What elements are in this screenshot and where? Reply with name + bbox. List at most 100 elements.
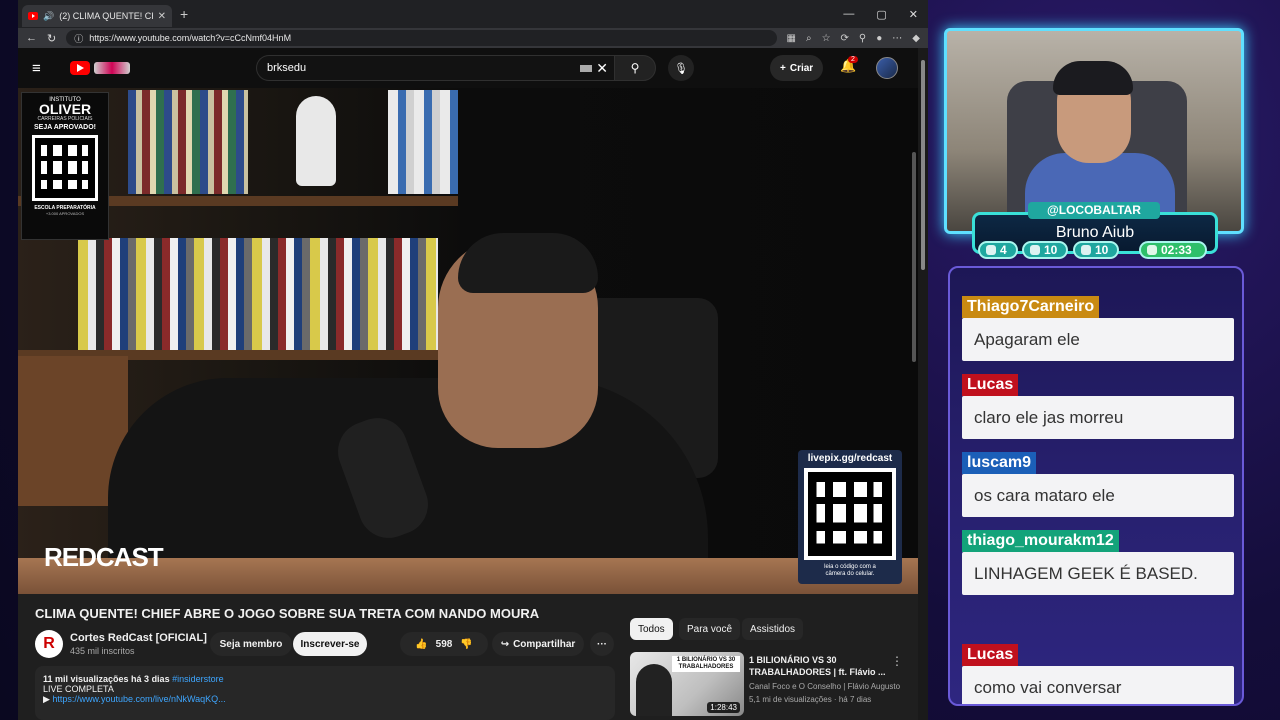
promo-overlay: INSTITUTO OLIVER CARREIRAS POLICIAIS SEJ… (21, 92, 109, 240)
tab-title: (2) CLIMA QUENTE! CHIEF A (59, 11, 152, 21)
channel-avatar[interactable]: R (35, 630, 63, 658)
promo-aprovado: SEJA APROVADO! (34, 124, 96, 131)
create-button[interactable]: + Criar (770, 55, 824, 81)
search-input[interactable]: brksedu ✕ (256, 55, 614, 81)
close-window-button[interactable]: ✕ (909, 8, 918, 21)
like-count: 598 (435, 638, 453, 650)
recommendation-channel[interactable]: Canal Foco e O Conselho | Flávio Augusto (749, 682, 900, 691)
scrollbar-thumb[interactable] (921, 60, 925, 270)
create-label: Criar (789, 62, 814, 74)
livepix-url: livepix.gg/redcast (807, 453, 893, 464)
tab-close-icon[interactable]: ✕ (158, 11, 166, 22)
browser-window: 🔊 (2) CLIMA QUENTE! CHIEF A ✕ + — ▢ ✕ ← … (18, 0, 928, 720)
livepix-hint-1: leia o código com a (824, 564, 876, 570)
chat-text: como vai conversar (962, 666, 1234, 704)
url-field[interactable]: ⓘ https://www.youtube.com/watch?v=cCcNmf… (66, 30, 777, 46)
page-scrollbar[interactable] (918, 48, 928, 720)
chat-text: os cara mataro ele (962, 474, 1234, 517)
channel-name[interactable]: Cortes RedCast [OFICIAL] (70, 632, 207, 644)
extensions-icon[interactable]: ⚲ (859, 33, 866, 44)
speaker-icon[interactable]: 🔊 (43, 11, 54, 22)
recommendation-title[interactable]: 1 BILIONÁRIO VS 30 TRABALHADORES | ft. F… (749, 654, 889, 678)
streamer-handle: @LOCOBALTAR (1028, 202, 1160, 219)
browser-tab[interactable]: 🔊 (2) CLIMA QUENTE! CHIEF A ✕ (22, 5, 172, 27)
stat-time-value: 02:33 (1161, 243, 1192, 257)
streamer-name: Bruno Aiub (1055, 224, 1135, 241)
stat-money: 10 (1073, 241, 1119, 259)
video-title: CLIMA QUENTE! CHIEF ABRE O JOGO SOBRE SU… (35, 606, 540, 621)
maximize-button[interactable]: ▢ (876, 8, 886, 21)
profile-icon[interactable]: ● (876, 33, 882, 44)
livepix-qr-code (804, 468, 896, 560)
chat-username: Lucas (962, 374, 1019, 396)
user-avatar[interactable] (876, 57, 898, 79)
share-button[interactable]: ↪ Compartilhar (492, 632, 584, 656)
stat-time: 02:33 (1139, 241, 1207, 259)
search-button[interactable]: ⚲ (614, 55, 656, 81)
books-row (78, 238, 438, 350)
more-actions-button[interactable]: ··· (590, 632, 614, 656)
copilot-icon[interactable]: ◆ (912, 33, 920, 44)
microphone-icon: 🎙 (674, 62, 688, 75)
redcast-watermark: REDCAST (44, 542, 164, 572)
description-link[interactable]: https://www.youtube.com/live/nNkWaqKQ... (52, 694, 225, 704)
chat-username: Lucas (962, 644, 1019, 666)
reload-icon[interactable]: ↻ (47, 32, 56, 45)
player-scroll-handle (912, 152, 916, 362)
recommendation-views: 5,1 mi de visualizações · há 7 dias (749, 695, 872, 704)
address-bar: ← ↻ ⓘ https://www.youtube.com/watch?v=cC… (18, 28, 928, 48)
chip-para-voce[interactable]: Para você (679, 618, 741, 640)
hamburger-menu-icon[interactable]: ≡ (32, 60, 62, 77)
chat-text: claro ele jas morreu (962, 396, 1234, 439)
recommendation-more-icon[interactable]: ⋮ (891, 654, 903, 668)
share-label: Compartilhar (513, 638, 576, 650)
guest-hair (458, 233, 598, 293)
books-row (128, 90, 248, 194)
share-icon: ↪ (500, 638, 510, 650)
app-install-icon[interactable]: ▦ (787, 33, 796, 44)
youtube-doodle[interactable] (94, 62, 130, 74)
chip-assistidos[interactable]: Assistidos (742, 618, 804, 640)
minimize-button[interactable]: — (843, 8, 854, 21)
thumbs-down-icon[interactable]: 👎 (460, 639, 472, 650)
browser-menu-icon[interactable]: ⋯ (892, 33, 902, 44)
video-player[interactable]: INSTITUTO OLIVER CARREIRAS POLICIAIS SEJ… (18, 88, 918, 594)
chat-message: Lucas como vai conversar (962, 644, 1234, 704)
chat-username: luscam9 (962, 452, 1037, 474)
astronaut-figurine (296, 96, 336, 186)
hashtag-link[interactable]: #insiderstore (172, 674, 224, 684)
subscribe-button[interactable]: Inscrever-se (293, 632, 367, 656)
thumbnail-text: 1 BILIONÁRIO VS 30 TRABALHADORES (672, 656, 740, 672)
thumbs-up-icon[interactable]: 👍 (415, 639, 427, 650)
promo-oliver: OLIVER (38, 101, 92, 117)
new-tab-button[interactable]: + (180, 6, 188, 22)
youtube-logo[interactable] (70, 61, 90, 75)
back-icon[interactable]: ← (26, 32, 37, 44)
zoom-icon[interactable]: ⌕ (806, 33, 812, 44)
video-duration: 1:28:43 (707, 702, 740, 713)
chat-username: Thiago7Carneiro (962, 296, 1100, 318)
channel-initial: R (43, 635, 55, 652)
play-icon: ▶ (43, 694, 53, 704)
views-and-date: 11 mil visualizações há 3 dias (43, 674, 170, 684)
join-member-button[interactable]: Seja membro (210, 632, 292, 656)
refresh-extension-icon[interactable]: ⟳ (841, 33, 849, 44)
keyboard-icon[interactable] (580, 65, 592, 72)
site-info-icon[interactable]: ⓘ (74, 32, 83, 45)
books-row (388, 90, 458, 194)
clear-search-icon[interactable]: ✕ (596, 60, 608, 77)
youtube-favicon-icon (28, 12, 38, 20)
description-line: LIVE COMPLETA (43, 684, 114, 694)
recommendation-thumbnail[interactable]: 1 BILIONÁRIO VS 30 TRABALHADORES 1:28:43 (630, 652, 744, 716)
chat-icon (986, 245, 996, 255)
bookmark-star-icon[interactable]: ☆ (822, 33, 831, 44)
promo-carreiras: CARREIRAS POLICIAIS (37, 116, 93, 122)
like-dislike-button[interactable]: 👍 598 👎 (400, 632, 488, 656)
chat-panel: Thiago7Carneiro Apagaram ele Lucas claro… (948, 266, 1244, 706)
livepix-overlay: livepix.gg/redcast leia o código com a c… (798, 450, 902, 584)
stat-chat-value: 4 (1000, 243, 1007, 257)
voice-search-button[interactable]: 🎙 (668, 55, 694, 81)
chip-todos[interactable]: Todos (630, 618, 673, 640)
description-box[interactable]: 11 mil visualizações há 3 dias #insiders… (35, 666, 615, 720)
promo-qr-code (32, 135, 98, 201)
